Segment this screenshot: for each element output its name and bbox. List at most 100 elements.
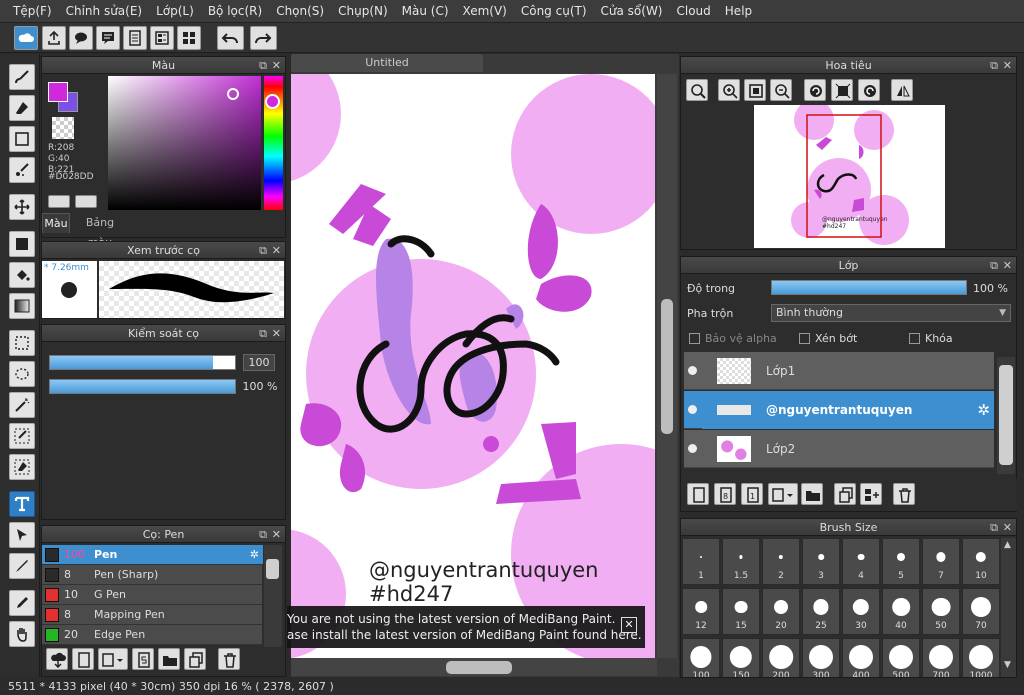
lock-checkbox[interactable]: Khóa [909,332,953,345]
delete-brush-button[interactable] [218,648,240,670]
brush-size-cell[interactable]: 25 [802,588,840,635]
sv-cursor[interactable] [227,88,239,100]
menu-tools[interactable]: Công cụ(T) [514,4,594,18]
shape-tool[interactable] [9,126,35,152]
canvas[interactable]: @nguyentrantuquyen #hd247 [291,74,655,676]
menu-color[interactable]: Màu (C) [395,4,456,18]
brush-size-cell[interactable]: 15 [722,588,760,635]
brush-opacity-slider[interactable] [49,379,236,394]
brush-size-cell[interactable]: 700 [922,638,960,677]
document-tab[interactable]: Untitled [291,54,483,72]
zoom-fit-button[interactable] [686,79,708,101]
new-8bit-layer-button[interactable]: 8 [714,483,736,505]
close-icon[interactable]: ✕ [1003,57,1012,74]
frame-tool[interactable] [9,553,35,579]
select-pen-tool[interactable] [9,423,35,449]
brush-item-edge-pen[interactable]: 20 Edge Pen [42,625,262,645]
menu-layer[interactable]: Lớp(L) [149,4,201,18]
scroll-thumb[interactable] [266,559,279,579]
page-button[interactable] [123,26,147,50]
cloud-button[interactable] [14,26,38,50]
chat-button[interactable] [96,26,120,50]
text-tool[interactable] [9,491,35,517]
brush-size-scrollbar[interactable]: ▲ ▼ [1001,538,1016,677]
bucket-tool[interactable] [9,262,35,288]
eye-icon[interactable] [688,366,697,375]
select-eraser-tool[interactable] [9,454,35,480]
brush-folder-button[interactable] [158,648,180,670]
navigator-thumbnail[interactable]: @nguyentrantuquyen #hd247 [754,105,945,248]
menu-select[interactable]: Chọn(S) [269,4,331,18]
close-icon[interactable]: ✕ [272,325,281,342]
delete-layer-button[interactable] [893,483,915,505]
brush-size-cell[interactable]: 70 [962,588,1000,635]
notice-close-icon[interactable]: ✕ [621,617,637,633]
brush-size-cell[interactable]: 100 [682,638,720,677]
move-tool[interactable] [9,194,35,220]
brush-size-cell[interactable]: 10 [962,538,1000,585]
hue-cursor[interactable] [265,94,280,109]
primary-color-swatch[interactable] [48,82,68,102]
flip-horizontal-button[interactable] [891,79,913,101]
brush-list-scrollbar[interactable] [264,545,282,647]
hue-slider[interactable] [264,76,283,210]
hscroll-thumb[interactable] [446,661,512,674]
undock-icon[interactable]: ⧉ [990,257,998,274]
close-icon[interactable]: ✕ [272,526,281,543]
brush-size-cell[interactable]: 300 [802,638,840,677]
undock-icon[interactable]: ⧉ [259,57,267,74]
tab-palette[interactable]: Bảng màu [72,213,128,249]
transparent-color-swatch[interactable] [52,117,74,139]
brush-tool[interactable] [9,64,35,90]
blend-mode-select[interactable]: Bình thường ▼ [771,304,1011,322]
add-layer-dropdown[interactable] [768,483,798,505]
grid-page-button[interactable] [177,26,201,50]
chevron-down-icon[interactable]: ▼ [1004,660,1011,670]
brush-size-cell[interactable]: 40 [882,588,920,635]
brush-size-cell[interactable]: 500 [882,638,920,677]
dot-brush-tool[interactable] [9,157,35,183]
brush-size-cell[interactable]: 3 [802,538,840,585]
zoom-out-button[interactable] [770,79,792,101]
brush-item-pen[interactable]: 100 Pen ✲ [42,545,263,565]
select-rect-tool[interactable] [9,330,35,356]
undo-button[interactable] [217,26,244,50]
magic-wand-tool[interactable] [9,392,35,418]
rotate-reset-button[interactable] [831,79,853,101]
operation-tool[interactable] [9,522,35,548]
merge-layer-button[interactable] [860,483,882,505]
update-notice[interactable]: You are not using the latest version of … [287,606,645,648]
menu-help[interactable]: Help [718,4,759,18]
pages-button[interactable] [150,26,174,50]
cloud-brush-button[interactable] [46,648,68,670]
menu-edit[interactable]: Chỉnh sửa(E) [59,4,150,18]
gear-icon[interactable]: ✲ [250,545,259,565]
comment-button[interactable] [69,26,93,50]
canvas-hscrollbar[interactable] [291,658,657,676]
brush-size-cell[interactable]: 4 [842,538,880,585]
fit-screen-button[interactable] [744,79,766,101]
duplicate-layer-button[interactable] [834,483,856,505]
brush-size-cell[interactable]: 200 [762,638,800,677]
brush-size-value[interactable]: 100 [243,354,275,371]
eraser-tool[interactable] [9,95,35,121]
close-icon[interactable]: ✕ [1003,519,1012,536]
brush-size-cell[interactable]: 12 [682,588,720,635]
layer-row-lop2[interactable]: Lớp2 [684,430,994,468]
new-brush-button[interactable] [72,648,94,670]
brush-size-cell[interactable]: 1 [682,538,720,585]
brush-size-cell[interactable]: 7 [922,538,960,585]
menu-cloud[interactable]: Cloud [670,4,718,18]
brush-size-cell[interactable]: 5 [882,538,920,585]
new-1bit-layer-button[interactable]: 1 [741,483,763,505]
duplicate-brush-button[interactable] [184,648,206,670]
redo-button[interactable] [250,26,277,50]
gear-icon[interactable]: ✲ [977,401,990,419]
saturation-value-picker[interactable] [108,76,261,210]
fill-rect-tool[interactable] [9,231,35,257]
menu-filter[interactable]: Bộ lọc(R) [201,4,269,18]
close-icon[interactable]: ✕ [272,242,281,259]
undock-icon[interactable]: ⧉ [990,519,998,536]
rotate-left-button[interactable] [804,79,826,101]
vscroll-thumb[interactable] [661,299,673,434]
